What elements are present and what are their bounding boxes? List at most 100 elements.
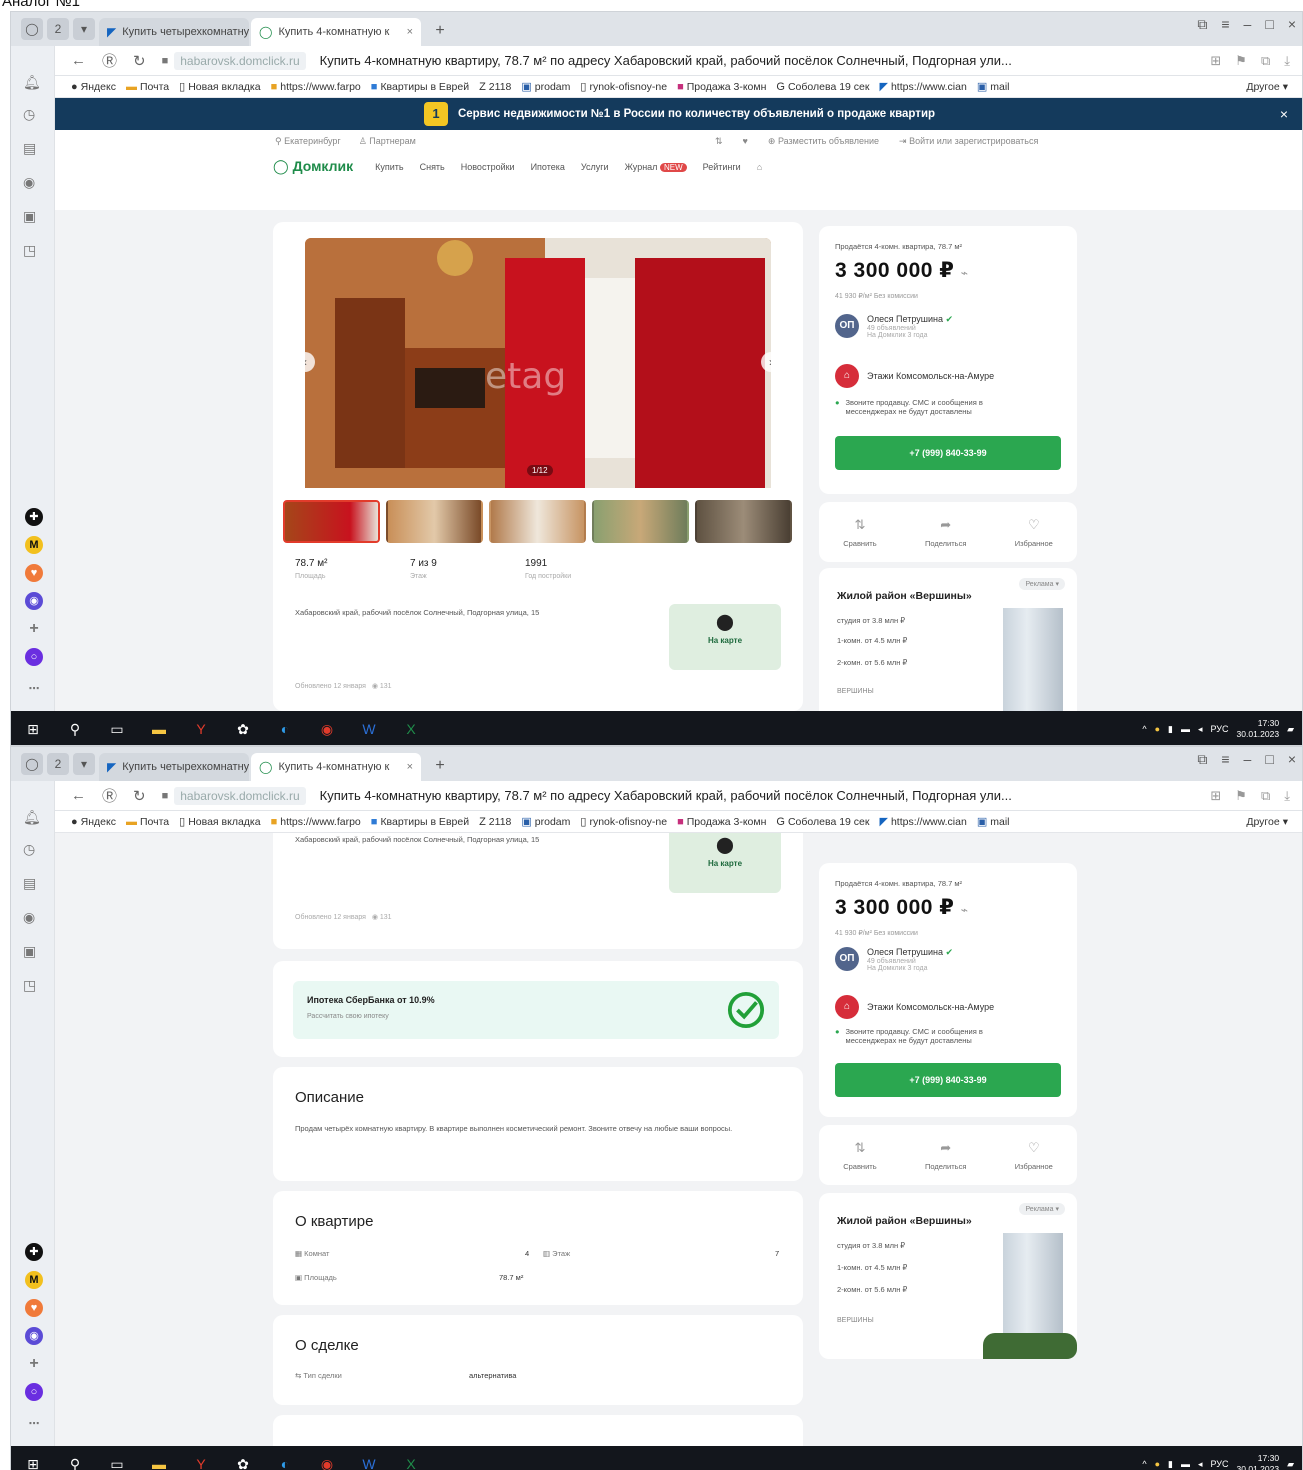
notification-icon[interactable]: ▰	[1287, 724, 1294, 735]
extensions-icon[interactable]: ⧉	[1261, 53, 1270, 69]
ad-tag[interactable]: Реклама ▾	[1019, 578, 1065, 590]
tab-count-badge[interactable]: 2	[47, 753, 69, 775]
agency-block[interactable]: ⌂ Этажи Комсомольск-на-Амуре	[835, 995, 994, 1019]
bookmark-item[interactable]: ◤ https://www.cian	[879, 815, 966, 829]
maximize-icon[interactable]: □	[1265, 16, 1273, 33]
mortgage-card[interactable]: Ипотека СберБанка от 10.9% Рассчитать св…	[273, 961, 803, 1057]
partners-link[interactable]: ♙ Партнерам	[359, 136, 416, 147]
bookmark-item[interactable]: ■ Квартиры в Еврей	[371, 816, 469, 828]
notifications-icon[interactable]: 🔔︎	[23, 809, 41, 826]
city-selector[interactable]: ⚲ Екатеринбург	[275, 136, 341, 147]
search-icon[interactable]: ⚲	[65, 721, 85, 738]
notes-icon[interactable]: ▣	[23, 208, 36, 225]
nav-ratings[interactable]: Рейтинги	[703, 162, 741, 172]
bookmarks-other[interactable]: Другое ▾	[1246, 81, 1302, 93]
bookmark-item[interactable]: ▣ mail	[977, 815, 1010, 829]
compare-button[interactable]: ⇅ Сравнить	[843, 517, 876, 548]
url-page-title[interactable]: Купить 4-комнатную квартиру, 78.7 м² по …	[320, 788, 1050, 803]
url-page-title[interactable]: Купить 4-комнатную квартиру, 78.7 м² по …	[320, 53, 1050, 68]
price-trend-icon[interactable]: ⌁	[961, 266, 969, 280]
tab-2[interactable]: ◯ Купить 4-комнатную к ×	[251, 753, 421, 781]
bookmark-item[interactable]: ▣ prodam	[521, 815, 570, 829]
nav-new[interactable]: Новостройки	[461, 162, 515, 172]
yandex-icon[interactable]: ◉	[317, 721, 337, 738]
bookmark-item[interactable]: ▬ Почта	[126, 81, 169, 93]
menu-icon[interactable]: ≡	[1221, 751, 1229, 768]
new-tab-button[interactable]: +	[429, 755, 451, 777]
battery-icon[interactable]: ▮	[1168, 724, 1173, 735]
tab-count-badge[interactable]: 2	[47, 18, 69, 40]
profile-icon[interactable]: ◯	[21, 753, 43, 775]
agent-block[interactable]: ОП Олеся Петрушина ✔ 49 объявлений На Домк…	[835, 947, 953, 972]
tabs-overview-icon[interactable]: ⧉	[1197, 751, 1207, 768]
alice-icon[interactable]: ○	[25, 648, 43, 666]
tray-icon[interactable]: ●	[1155, 1459, 1160, 1469]
windows-start-icon[interactable]: ⊞	[23, 1456, 43, 1470]
history-icon[interactable]: ◷	[23, 106, 35, 123]
reader-icon[interactable]: ⊞	[1210, 53, 1221, 69]
task-view-icon[interactable]: ▭	[107, 721, 127, 738]
history-icon[interactable]: ◷	[23, 841, 35, 858]
login-link[interactable]: ⇥ Войти или зарегистрироваться	[899, 136, 1038, 147]
download-icon[interactable]: ⤓	[1284, 788, 1290, 804]
thumbnail[interactable]	[489, 500, 586, 543]
bookmark-item[interactable]: G Соболева 19 сек	[776, 816, 869, 828]
ad-card[interactable]: Реклама ▾ Жилой район «Вершины» студия о…	[819, 1193, 1077, 1359]
close-window-icon[interactable]: ×	[1288, 751, 1296, 768]
ad-card[interactable]: Реклама ▾ Жилой район «Вершины» студия о…	[819, 568, 1077, 711]
keyboard-lang[interactable]: РУС	[1211, 1459, 1229, 1469]
bookmark-item[interactable]: Z 2118	[479, 816, 511, 828]
bookmark-item[interactable]: ● Яндекс	[71, 816, 116, 828]
screenshot-icon[interactable]: ◳	[23, 977, 36, 994]
nav-services[interactable]: Услуги	[581, 162, 609, 172]
keyboard-lang[interactable]: РУС	[1211, 724, 1229, 734]
favorite-button[interactable]: ♡ Избранное	[1015, 517, 1053, 548]
nav-journal[interactable]: Журнал NEW	[625, 162, 687, 172]
more-icon[interactable]: ⋯	[25, 680, 43, 698]
bookmark-item[interactable]: ■ https://www.farpo	[271, 81, 361, 93]
collections-icon[interactable]: ▤	[23, 875, 36, 892]
domclick-logo[interactable]: ◯ Домклик	[273, 158, 353, 175]
clock[interactable]: 17:30 30.01.2023	[1237, 718, 1280, 740]
file-explorer-icon[interactable]: ▬	[149, 1456, 169, 1470]
media-icon[interactable]: ◉	[23, 909, 35, 926]
profile-icon[interactable]: ◯	[21, 18, 43, 40]
bookmark-item[interactable]: ▬ Почта	[126, 816, 169, 828]
back-icon[interactable]: ←	[71, 52, 86, 69]
ad-tag[interactable]: Реклама ▾	[1019, 1203, 1065, 1215]
network-icon[interactable]: ▬	[1181, 724, 1190, 734]
tray-icon[interactable]: ●	[1155, 724, 1160, 734]
reader-icon[interactable]: ⊞	[1210, 788, 1221, 804]
bookmark-icon[interactable]: ⚑	[1235, 788, 1247, 804]
app-icon[interactable]: M	[25, 536, 43, 554]
app-icon[interactable]: ◉	[25, 592, 43, 610]
file-explorer-icon[interactable]: ▬	[149, 721, 169, 737]
promo-banner[interactable]: 1 Сервис недвижимости №1 в России по кол…	[55, 98, 1302, 130]
word-icon[interactable]: W	[359, 1456, 379, 1470]
collections-icon[interactable]: ▤	[23, 140, 36, 157]
volume-icon[interactable]: ◂	[1198, 724, 1203, 735]
show-phone-button[interactable]: +7 (999) 840-33-99	[835, 1063, 1061, 1097]
media-icon[interactable]: ◉	[23, 174, 35, 191]
yandex-browser-icon[interactable]: Y	[191, 1456, 211, 1470]
nav-mortgage[interactable]: Ипотека	[531, 162, 565, 172]
bookmark-item[interactable]: ■ Продажа 3-комн	[677, 816, 766, 828]
thumbnail[interactable]	[592, 500, 689, 543]
bookmark-item[interactable]: ▣ mail	[977, 80, 1010, 94]
app-icon[interactable]: ✿	[233, 1456, 253, 1470]
app-icon[interactable]: ✚	[25, 1243, 43, 1261]
show-phone-button[interactable]: +7 (999) 840-33-99	[835, 436, 1061, 470]
lock-icon[interactable]: ■	[162, 790, 169, 802]
app-icon[interactable]: ✚	[25, 508, 43, 526]
bookmark-icon[interactable]: ⚑	[1235, 53, 1247, 69]
nav-buy[interactable]: Купить	[375, 162, 403, 172]
bookmark-item[interactable]: ■ Квартиры в Еврей	[371, 81, 469, 93]
tray-arrow-icon[interactable]: ^	[1142, 724, 1146, 734]
tabs-overview-icon[interactable]: ⧉	[1197, 16, 1207, 33]
yandex-browser-icon[interactable]: Y	[191, 721, 211, 737]
reload-icon[interactable]: ↻	[133, 787, 146, 805]
compare-icon[interactable]: ⇅	[715, 136, 723, 147]
tab-1[interactable]: ◤ Купить четырехкомнатную	[99, 18, 249, 46]
excel-icon[interactable]: X	[401, 721, 421, 737]
close-icon[interactable]: ×	[1280, 106, 1288, 122]
